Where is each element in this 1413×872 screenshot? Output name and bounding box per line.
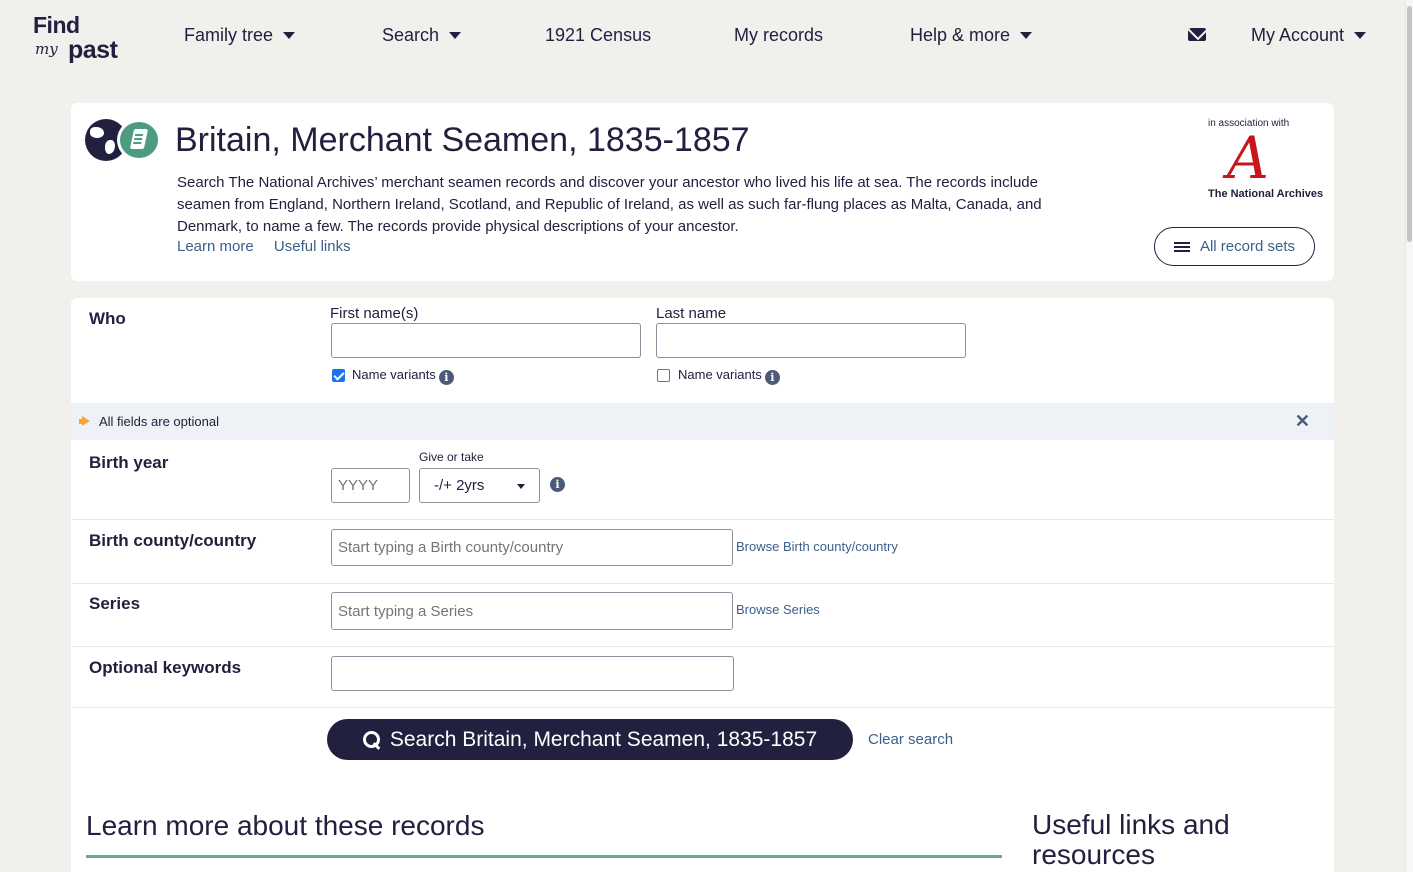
info-icon[interactable]: i (550, 477, 565, 492)
mail-icon[interactable] (1188, 28, 1206, 41)
search-icon (362, 730, 381, 749)
chevron-down-icon (449, 32, 462, 39)
nav-help-more[interactable]: Help & more (910, 25, 1033, 46)
scrollbar-thumb[interactable] (1407, 6, 1412, 242)
nav-my-records-label: My records (734, 25, 824, 45)
all-record-sets-button[interactable]: All record sets (1154, 227, 1315, 266)
who-label: Who (89, 309, 126, 328)
useful-links-heading: Useful links and resources (1032, 809, 1230, 870)
divider (71, 646, 1334, 647)
page-title: Britain, Merchant Seamen, 1835-1857 (175, 121, 750, 159)
keywords-label: Optional keywords (89, 658, 242, 677)
divider (71, 707, 1334, 708)
series-label: Series (89, 594, 141, 613)
first-name-variants-label: Name variants i (352, 367, 454, 385)
info-icon[interactable]: i (438, 370, 454, 385)
nav-my-records[interactable]: My records (734, 25, 823, 46)
top-navigation: Find my past Family tree Search 1921 Cen… (0, 0, 1405, 78)
useful-links-link[interactable]: Useful links (274, 238, 351, 255)
megaphone-icon (79, 416, 91, 426)
logo-past: past (68, 36, 118, 64)
nav-census-label: 1921 Census (545, 25, 652, 45)
divider (71, 583, 1334, 584)
chevron-down-icon (283, 32, 296, 39)
nav-1921-census[interactable]: 1921 Census (545, 25, 651, 46)
give-or-take-value: -/+ 2yrs (434, 477, 485, 494)
birth-county-label: Birth county/country (89, 531, 257, 550)
browse-birth-county-link[interactable]: Browse Birth county/country (736, 539, 898, 554)
last-name-variants-text: Name variants (678, 367, 762, 382)
chevron-down-icon (1020, 32, 1033, 39)
last-name-variants-label: Name variants i (678, 367, 780, 385)
browse-series-link[interactable]: Browse Series (736, 602, 820, 617)
search-button-label: Search Britain, Merchant Seamen, 1835-18… (389, 727, 818, 751)
search-button[interactable]: Search Britain, Merchant Seamen, 1835-18… (327, 719, 853, 760)
record-set-description: Search The National Archives’ merchant s… (177, 174, 1042, 235)
give-or-take-select[interactable]: -/+ 2yrs (419, 468, 540, 503)
nav-family-tree-label: Family tree (184, 25, 274, 45)
series-input[interactable] (331, 592, 733, 630)
divider (71, 519, 1334, 520)
page-scrollbar[interactable] (1405, 0, 1413, 872)
nav-help-label: Help & more (910, 25, 1011, 45)
partner-name: The National Archives (1208, 188, 1324, 200)
title-links: Learn more Useful links (177, 238, 367, 255)
list-icon (1173, 241, 1190, 253)
learn-more-heading: Learn more about these records (86, 810, 485, 841)
national-archives-logo: A (1227, 124, 1269, 192)
nav-my-account-label: My Account (1251, 25, 1345, 45)
birth-year-label: Birth year (89, 453, 169, 472)
last-name-input[interactable] (656, 323, 966, 358)
book-icon (117, 119, 161, 161)
first-name-label: First name(s) (330, 305, 419, 322)
optional-fields-notice: All fields are optional ✕ (71, 403, 1334, 440)
learn-more-link[interactable]: Learn more (177, 238, 254, 255)
last-name-label: Last name (656, 305, 727, 322)
first-name-variants-checkbox[interactable] (332, 369, 345, 382)
nav-family-tree[interactable]: Family tree (184, 25, 296, 46)
record-set-header-card: Britain, Merchant Seamen, 1835-1857 Sear… (71, 103, 1334, 281)
first-name-input[interactable] (331, 323, 641, 358)
info-icon[interactable]: i (764, 370, 780, 385)
birth-year-input[interactable] (331, 468, 410, 503)
give-or-take-label: Give or take (419, 450, 484, 464)
heading-rule (86, 855, 1002, 858)
chevron-down-icon (1354, 32, 1367, 39)
clear-search-link[interactable]: Clear search (868, 731, 953, 748)
all-record-sets-label: All record sets (1199, 238, 1296, 255)
nav-my-account[interactable]: My Account (1251, 25, 1367, 46)
findmypast-logo[interactable]: Find my past (33, 12, 125, 64)
nav-search-label: Search (382, 25, 440, 45)
first-name-variants-text: Name variants (352, 367, 436, 382)
logo-find: Find (33, 12, 80, 38)
search-form: Who First name(s) Name variants i Last na… (71, 298, 1334, 872)
birth-county-input[interactable] (331, 529, 733, 566)
chevron-down-icon (517, 484, 525, 489)
close-icon[interactable]: ✕ (1295, 411, 1310, 432)
notice-text: All fields are optional (99, 414, 219, 429)
last-name-variants-checkbox[interactable] (657, 369, 670, 382)
logo-my: my (35, 40, 58, 58)
nav-search[interactable]: Search (382, 25, 462, 46)
keywords-input[interactable] (331, 656, 734, 691)
